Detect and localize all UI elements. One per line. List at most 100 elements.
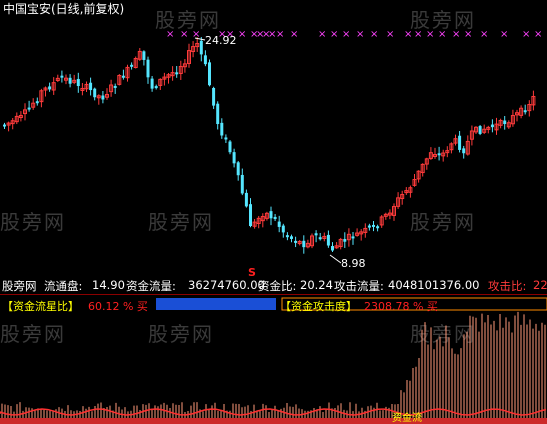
- low-price-leader: [329, 254, 342, 264]
- candle-body: [236, 162, 240, 176]
- float-value: 14.90: [92, 278, 125, 292]
- candle-body: [154, 86, 158, 89]
- signal-mark: ×: [534, 29, 542, 40]
- candle-body: [146, 59, 150, 78]
- float-label: 流通盘:: [44, 279, 83, 293]
- signal-mark: ×: [290, 29, 298, 40]
- signal-mark: ×: [318, 29, 326, 40]
- candle-body: [93, 88, 97, 98]
- attack-ratio-label: 攻击比:: [488, 279, 527, 293]
- candle-body: [458, 135, 462, 150]
- candle-body: [150, 78, 154, 89]
- candle-body: [302, 240, 306, 248]
- signal-mark: ×: [404, 29, 412, 40]
- candle-body: [523, 110, 527, 113]
- bottom-tag: 资金流: [392, 413, 422, 424]
- signal-mark: ×: [166, 29, 174, 40]
- candle-body: [478, 126, 482, 134]
- candle-body: [89, 82, 93, 91]
- candle-body: [281, 225, 285, 233]
- candle-body: [326, 234, 330, 246]
- candle-body: [224, 137, 228, 140]
- signal-mark: ×: [522, 29, 530, 40]
- candle-body: [27, 107, 31, 110]
- candle-body: [212, 87, 216, 106]
- signal-mark: ×: [452, 29, 460, 40]
- ratio-value: 20.24: [300, 278, 333, 292]
- price-and-indicator-canvas: × × × × × × ×××× × × × × × × × × × × × × × × × × × ×: [0, 29, 547, 424]
- attack-ratio-value: 22: [533, 278, 547, 292]
- ratio-label: 资金比:: [258, 279, 297, 293]
- candle-body: [216, 103, 220, 125]
- candle-body: [351, 236, 355, 239]
- candle-body: [76, 78, 80, 87]
- candle-body: [490, 124, 494, 128]
- candle-body: [376, 226, 380, 229]
- candle-body: [240, 174, 244, 194]
- candle-body: [343, 239, 347, 242]
- signal-mark: ×: [438, 29, 446, 40]
- signal-mark: ×: [426, 29, 434, 40]
- candle-body: [367, 225, 371, 228]
- candle-body: [285, 235, 289, 238]
- candle-body: [35, 101, 39, 104]
- candle-body: [314, 233, 318, 236]
- candle-body: [142, 51, 146, 60]
- indicator-header: 【资金流星比】 60.12 % 买 【资金攻击度】 2308.78 % 买: [0, 297, 547, 313]
- signal-mark: ×: [500, 29, 508, 40]
- candle-body: [244, 192, 248, 207]
- candle-body: [203, 55, 207, 65]
- candle-body: [232, 152, 236, 164]
- signal-mark: ×: [464, 29, 472, 40]
- candle-body: [130, 64, 134, 67]
- candle-body: [3, 124, 6, 127]
- signal-mark: ×: [386, 29, 394, 40]
- attack-flow-value: 4048101376.00: [388, 278, 480, 292]
- signal-mark: ×: [180, 29, 188, 40]
- high-price-label: 24.92: [205, 34, 237, 47]
- signal-mark: ×: [238, 29, 246, 40]
- candle-body: [294, 240, 298, 243]
- candle-body: [462, 148, 466, 154]
- candle-body: [290, 236, 293, 239]
- candle-body: [175, 72, 179, 75]
- flow-value: 36274760.00: [188, 278, 265, 292]
- attack-degree-value: 2308.78 % 买: [364, 300, 438, 313]
- candle-body: [199, 40, 203, 55]
- candle-body: [113, 85, 117, 88]
- signal-mark: ×: [356, 29, 364, 40]
- flow-ratio-title: 【资金流星比】: [2, 300, 79, 313]
- candle-body: [269, 211, 273, 219]
- panel-divider: [0, 294, 547, 295]
- info-source: 股旁网: [2, 279, 37, 293]
- signal-mark: ×: [480, 29, 488, 40]
- candle-body: [437, 153, 441, 156]
- signal-mark: ×: [276, 29, 284, 40]
- flow-ratio-value: 60.12 % 买: [88, 300, 148, 313]
- indicator-info-bar: 股旁网 流通盘: 14.90 资金流量: 36274760.00 资金比: 20…: [0, 277, 547, 293]
- candle-body: [121, 75, 125, 78]
- attack-flow-label: 攻击流量:: [334, 279, 384, 293]
- signal-mark: ×: [370, 29, 378, 40]
- attack-degree-title: 【资金攻击度】: [280, 300, 357, 313]
- candle-body: [372, 224, 375, 227]
- candle-body: [331, 246, 334, 251]
- stock-chart-window[interactable]: 中国宝安(日线,前复权) 股旁网 股旁网 股旁网 股旁网 股旁网 股旁网 股旁网…: [0, 0, 547, 424]
- candle-body: [208, 62, 211, 86]
- candle-body: [220, 122, 224, 136]
- flow-label: 资金流量:: [126, 279, 176, 293]
- candle-body: [101, 95, 105, 100]
- low-price-label: 8.98: [341, 257, 366, 270]
- signal-mark: ×: [342, 29, 350, 40]
- candle-body: [503, 120, 507, 125]
- candle-body: [60, 75, 64, 78]
- candle-body: [318, 237, 322, 240]
- candle-body: [68, 77, 72, 84]
- candle-body: [228, 141, 232, 153]
- candle-body: [277, 221, 281, 227]
- histogram-footer-band: [0, 418, 547, 424]
- signal-mark: ×: [414, 29, 422, 40]
- candle-body: [48, 86, 52, 90]
- signal-mark: ×: [330, 29, 338, 40]
- candle-body: [249, 204, 252, 227]
